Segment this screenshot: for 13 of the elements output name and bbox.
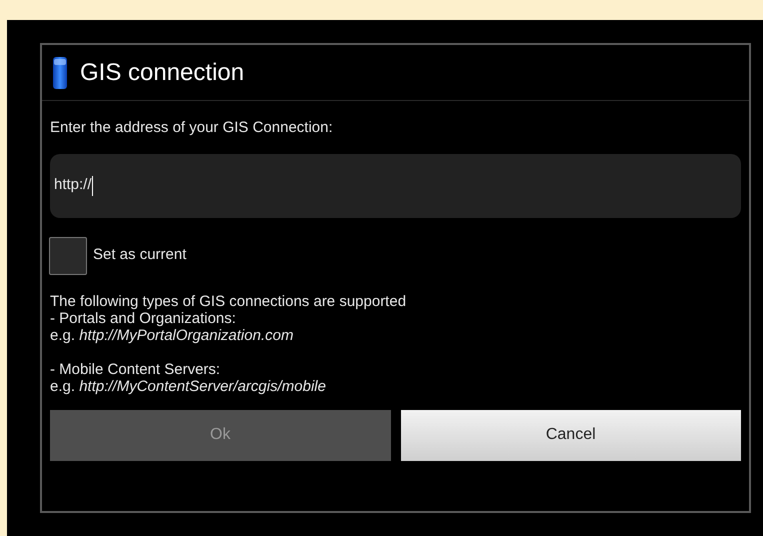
dialog-title: GIS connection — [80, 58, 244, 88]
dialog-button[interactable]: Cancel — [400, 410, 741, 460]
address-field[interactable]: http:// — [50, 154, 741, 218]
info-text: - Portals and Organizations: — [50, 310, 237, 326]
example-text: e.g. http://MyPortalOrganization.com — [50, 326, 294, 344]
example-text: e.g. http://MyContentServer/arcgis/mobile — [50, 378, 327, 394]
checkbox[interactable] — [49, 236, 87, 274]
text-cursor — [92, 176, 93, 196]
checkbox-label: Set as current — [93, 245, 186, 266]
database-icon — [52, 56, 68, 90]
info-text: The following types of GIS connections are supported — [50, 292, 408, 310]
info-text: - Mobile Content Servers: — [50, 360, 222, 378]
prompt-label: Enter the address of your GIS Connection: — [50, 118, 334, 138]
